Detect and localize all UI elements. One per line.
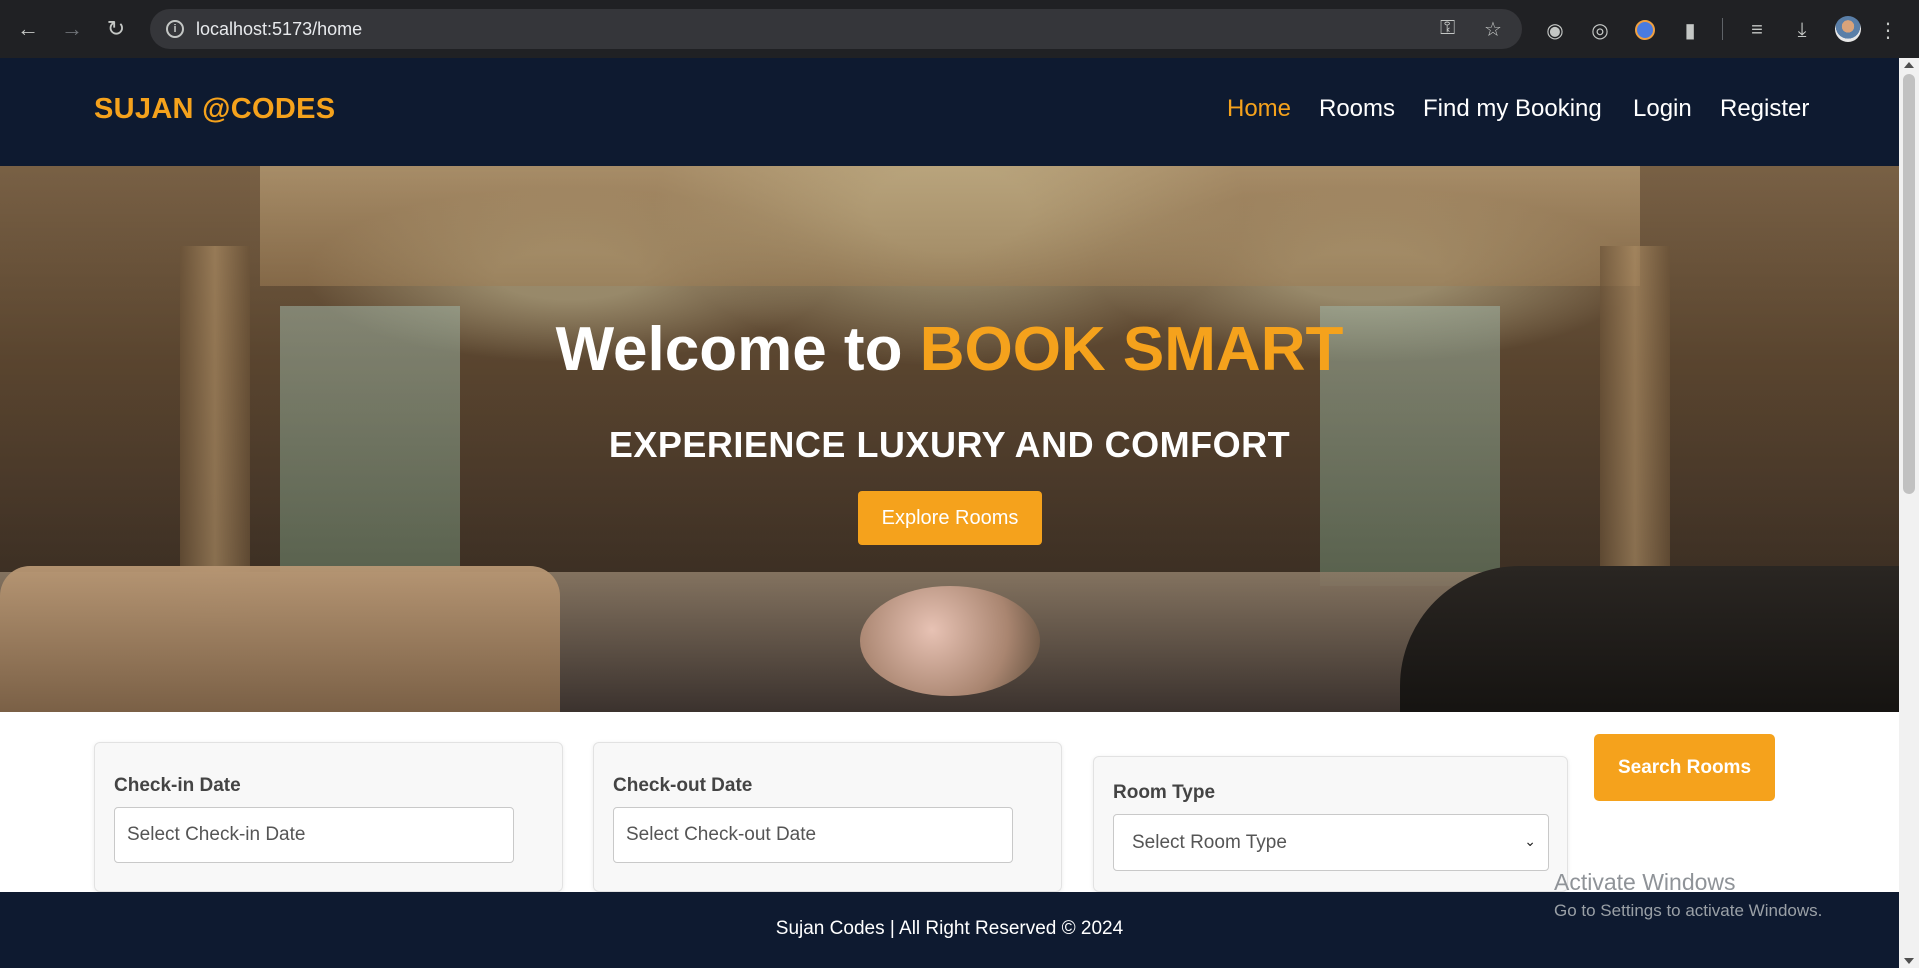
- checkin-input[interactable]: Select Check-in Date: [114, 807, 514, 863]
- reload-icon[interactable]: ↻: [99, 12, 133, 46]
- extension-shield-icon[interactable]: [1632, 17, 1658, 43]
- room-type-card: Room Type Select Room Type ⌄: [1093, 756, 1568, 892]
- checkout-label: Check-out Date: [613, 775, 753, 796]
- hero-banner: Welcome to BOOK SMART EXPERIENCE LUXURY …: [0, 166, 1899, 712]
- explore-rooms-button[interactable]: Explore Rooms: [858, 491, 1042, 545]
- scroll-thumb[interactable]: [1903, 74, 1915, 494]
- scroll-down-icon[interactable]: [1904, 958, 1914, 964]
- page-scrollbar[interactable]: [1899, 58, 1919, 968]
- nav-login[interactable]: Login: [1633, 95, 1692, 123]
- chevron-down-icon: ⌄: [1524, 833, 1536, 849]
- windows-watermark-subtitle: Go to Settings to activate Windows.: [1554, 901, 1823, 920]
- password-key-icon[interactable]: ⚿: [1440, 17, 1455, 40]
- bookmark-star-icon[interactable]: ☆: [1484, 17, 1502, 42]
- forward-arrow-icon[interactable]: →: [55, 12, 89, 46]
- room-type-select[interactable]: Select Room Type ⌄: [1113, 814, 1549, 871]
- search-rooms-button[interactable]: Search Rooms: [1594, 734, 1775, 801]
- nav-rooms[interactable]: Rooms: [1319, 95, 1395, 123]
- checkin-card: Check-in Date Select Check-in Date: [94, 742, 563, 892]
- record-icon[interactable]: ◎: [1587, 17, 1613, 43]
- url-text[interactable]: localhost:5173/home: [196, 19, 362, 40]
- screenshot-icon[interactable]: ◉: [1542, 17, 1568, 43]
- back-arrow-icon[interactable]: ←: [11, 12, 45, 46]
- hero-title: Welcome to BOOK SMART: [0, 314, 1899, 385]
- site-header: SUJAN @CODES Home Rooms Find my Booking …: [0, 58, 1899, 166]
- hero-subtitle: EXPERIENCE LUXURY AND COMFORT: [608, 424, 1291, 465]
- nav-home[interactable]: Home: [1227, 95, 1291, 123]
- media-queue-icon[interactable]: ≡: [1744, 17, 1770, 43]
- site-info-icon[interactable]: i: [166, 20, 184, 38]
- nav-find-my-booking[interactable]: Find my Booking: [1423, 95, 1602, 123]
- room-type-label: Room Type: [1113, 782, 1216, 803]
- page: SUJAN @CODES Home Rooms Find my Booking …: [0, 58, 1899, 968]
- checkin-label: Check-in Date: [114, 775, 241, 796]
- room-type-selected: Select Room Type: [1132, 831, 1287, 853]
- extensions-puzzle-icon[interactable]: ▮: [1677, 17, 1703, 43]
- menu-kebab-icon[interactable]: ⋮: [1878, 17, 1898, 43]
- nav-register[interactable]: Register: [1720, 95, 1809, 123]
- profile-avatar[interactable]: [1835, 16, 1861, 42]
- checkout-input[interactable]: Select Check-out Date: [613, 807, 1013, 863]
- site-logo[interactable]: SUJAN @CODES: [94, 93, 335, 126]
- hero-title-prefix: Welcome to: [555, 315, 903, 384]
- scroll-up-icon[interactable]: [1904, 62, 1914, 68]
- browser-toolbar: ← → ↻ i localhost:5173/home ⚿ ☆ ◉ ◎ ▮ ≡ …: [0, 0, 1919, 58]
- hero-background-image: [260, 166, 1640, 286]
- checkout-card: Check-out Date Select Check-out Date: [593, 742, 1062, 892]
- address-bar[interactable]: i localhost:5173/home ⚿ ☆: [150, 9, 1522, 49]
- footer-copyright: Sujan Codes | All Right Reserved © 2024: [775, 918, 1124, 939]
- download-icon[interactable]: ⤓: [1789, 17, 1815, 43]
- toolbar-divider: [1722, 18, 1723, 40]
- hero-title-accent: BOOK SMART: [919, 315, 1344, 384]
- windows-watermark-title: Activate Windows: [1554, 869, 1736, 895]
